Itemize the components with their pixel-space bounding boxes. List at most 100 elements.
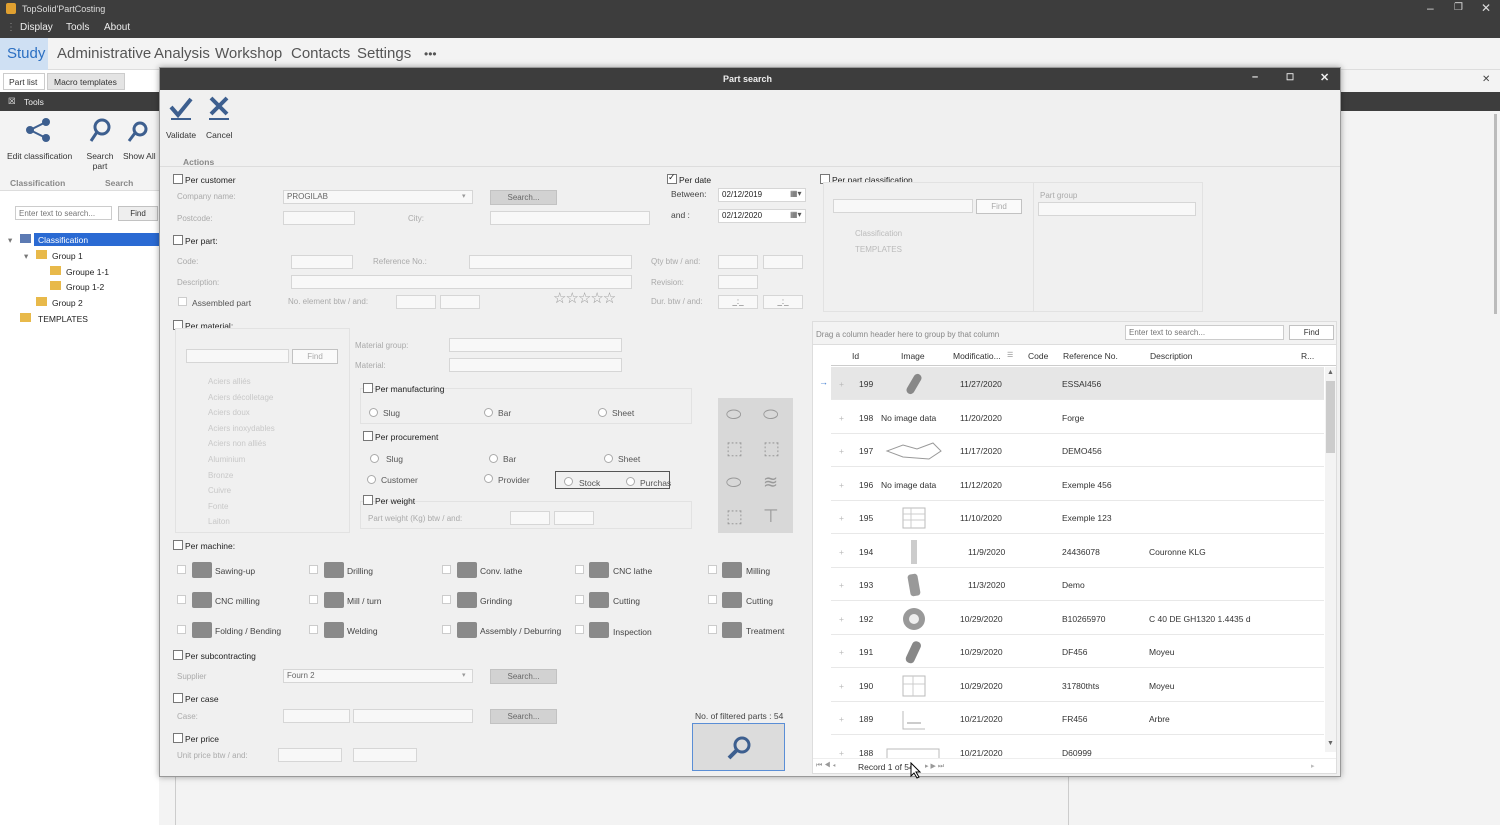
dur-from-field[interactable]: _:_ bbox=[718, 295, 758, 309]
machine-checkbox[interactable] bbox=[442, 565, 451, 574]
material-item[interactable]: Cuivre bbox=[208, 486, 231, 495]
machine-checkbox[interactable] bbox=[442, 595, 451, 604]
per-procurement-checkbox[interactable] bbox=[363, 431, 373, 441]
material-item[interactable]: Aciers non alliés bbox=[208, 439, 266, 448]
classification-find-button[interactable]: Find bbox=[976, 199, 1022, 214]
grid-find-button[interactable]: Find bbox=[1289, 325, 1334, 340]
supplier-select[interactable]: Fourn 2 bbox=[283, 669, 473, 683]
machine-checkbox[interactable] bbox=[177, 595, 186, 604]
material-item[interactable]: Laiton bbox=[208, 517, 230, 526]
minimize-icon[interactable]: – bbox=[1427, 1, 1434, 15]
cancel-button[interactable]: Cancel bbox=[206, 130, 232, 140]
price-from-field[interactable] bbox=[278, 748, 342, 762]
per-part-checkbox[interactable] bbox=[173, 235, 183, 245]
assembled-part-checkbox[interactable] bbox=[178, 297, 187, 306]
machine-checkbox[interactable] bbox=[708, 625, 717, 634]
material-find-button[interactable]: Find bbox=[292, 349, 338, 364]
tab-contacts[interactable]: Contacts bbox=[291, 45, 350, 62]
table-row[interactable]: +198 No image data 11/20/2020 Forge bbox=[831, 401, 1324, 434]
part-group-field[interactable] bbox=[1038, 202, 1196, 216]
supplier-search-button[interactable]: Search... bbox=[490, 669, 557, 684]
price-to-field[interactable] bbox=[353, 748, 417, 762]
col-description[interactable]: Description bbox=[1150, 351, 1193, 361]
material-item[interactable]: Aciers alliés bbox=[208, 377, 251, 386]
dur-to-field[interactable]: _:_ bbox=[763, 295, 803, 309]
machine-checkbox[interactable] bbox=[442, 625, 451, 634]
table-row[interactable]: +199 11/27/2020 ESSAI456 bbox=[831, 367, 1324, 400]
sheet-stack-icon[interactable]: ≋ bbox=[763, 472, 778, 493]
machine-checkbox[interactable] bbox=[575, 595, 584, 604]
scrollbar[interactable] bbox=[1494, 114, 1497, 314]
grid-search-input[interactable] bbox=[1125, 325, 1284, 340]
close-doc-icon[interactable]: ✕ bbox=[1482, 74, 1490, 85]
scroll-down-icon[interactable]: ▼ bbox=[1327, 740, 1334, 747]
tree-item-group1[interactable]: Group 1 bbox=[52, 251, 83, 261]
postcode-field[interactable] bbox=[283, 211, 355, 225]
description-field[interactable] bbox=[291, 275, 632, 289]
doc-tab-macro-templates[interactable]: Macro templates bbox=[47, 73, 125, 90]
doc-tab-part-list[interactable]: Part list bbox=[3, 73, 45, 90]
dialog-minimize-icon[interactable]: – bbox=[1252, 71, 1258, 83]
col-code[interactable]: Code bbox=[1028, 351, 1048, 361]
col-r[interactable]: R... bbox=[1301, 351, 1314, 361]
dialog-close-icon[interactable]: ✕ bbox=[1320, 71, 1329, 84]
table-row[interactable]: +197 11/17/2020 DEMO456 bbox=[831, 434, 1324, 467]
nav-last-icon[interactable]: ▸▶⏭ bbox=[925, 762, 946, 771]
weight-to-field[interactable] bbox=[554, 511, 594, 525]
manuf-slug-radio[interactable] bbox=[369, 408, 378, 417]
revision-field[interactable] bbox=[718, 275, 758, 289]
tab-analysis[interactable]: Analysis bbox=[154, 45, 210, 62]
material-item[interactable]: Fonte bbox=[208, 502, 228, 511]
case-field-2[interactable] bbox=[353, 709, 473, 723]
block-shape-icon[interactable]: ⬚ bbox=[763, 438, 780, 459]
per-manufacturing-checkbox[interactable] bbox=[363, 383, 373, 393]
bar-shape-icon[interactable]: ⬭ bbox=[763, 404, 778, 425]
machine-checkbox[interactable] bbox=[309, 595, 318, 604]
code-field[interactable] bbox=[291, 255, 353, 269]
table-row[interactable]: +193 11/3/2020 Demo bbox=[831, 568, 1324, 601]
validate-button[interactable]: Validate bbox=[166, 130, 196, 140]
tree-item-group2[interactable]: Group 2 bbox=[52, 298, 83, 308]
per-weight-checkbox[interactable] bbox=[363, 495, 373, 505]
edit-classification-button[interactable]: Edit classification bbox=[7, 151, 72, 161]
cube-shape-icon[interactable]: ⬚ bbox=[726, 438, 743, 459]
more-tabs-button[interactable]: ••• bbox=[424, 47, 437, 61]
case-search-button[interactable]: Search... bbox=[490, 709, 557, 724]
proc-slug-radio[interactable] bbox=[370, 454, 379, 463]
table-row[interactable]: +189 10/21/2020 FR456 Arbre bbox=[831, 702, 1324, 735]
nav-first-icon[interactable]: ⏮◀◂ bbox=[816, 762, 838, 770]
left-search-input[interactable] bbox=[15, 206, 112, 220]
machine-checkbox[interactable] bbox=[177, 565, 186, 574]
material-item[interactable]: Aluminium bbox=[208, 455, 245, 464]
material-item[interactable]: Aciers doux bbox=[208, 408, 250, 417]
tree-item-templates[interactable]: TEMPLATES bbox=[38, 314, 88, 324]
material-group-field[interactable] bbox=[449, 338, 622, 352]
table-row[interactable]: +192 10/29/2020 B10265970 C 40 DE GH1320 1… bbox=[831, 602, 1324, 635]
cylinder-shape-icon[interactable]: ⬭ bbox=[726, 404, 741, 425]
company-name-select[interactable]: PROGILAB bbox=[283, 190, 473, 204]
rating-stars-icon[interactable]: ☆☆☆☆☆ bbox=[553, 289, 616, 307]
table-row[interactable]: +196 No image data 11/12/2020 Exemple 456 bbox=[831, 468, 1324, 501]
manuf-sheet-radio[interactable] bbox=[598, 408, 607, 417]
left-find-button[interactable]: Find bbox=[118, 206, 158, 221]
class-tree-classification[interactable]: Classification bbox=[855, 229, 902, 238]
machine-checkbox[interactable] bbox=[309, 565, 318, 574]
stock-radio[interactable] bbox=[564, 477, 573, 486]
per-case-checkbox[interactable] bbox=[173, 693, 183, 703]
table-row[interactable]: +194 11/9/2020 24436078 Couronne KLG bbox=[831, 535, 1324, 568]
calendar-icon[interactable]: ▦▾ bbox=[790, 210, 802, 219]
qty-to-field[interactable] bbox=[763, 255, 803, 269]
grid-scrollbar[interactable]: ▲ ▼ bbox=[1325, 367, 1336, 752]
proc-sheet-radio[interactable] bbox=[604, 454, 613, 463]
machine-checkbox[interactable] bbox=[309, 625, 318, 634]
city-field[interactable] bbox=[490, 211, 650, 225]
machine-checkbox[interactable] bbox=[575, 625, 584, 634]
reference-field[interactable] bbox=[469, 255, 632, 269]
menu-display[interactable]: Display bbox=[20, 22, 53, 33]
tab-administrative[interactable]: Administrative bbox=[57, 45, 151, 62]
table-row[interactable]: +191 10/29/2020 DF456 Moyeu bbox=[831, 635, 1324, 668]
weight-from-field[interactable] bbox=[510, 511, 550, 525]
col-image[interactable]: Image bbox=[901, 351, 925, 361]
per-customer-checkbox[interactable] bbox=[173, 174, 183, 184]
col-reference[interactable]: Reference No. bbox=[1063, 351, 1118, 361]
